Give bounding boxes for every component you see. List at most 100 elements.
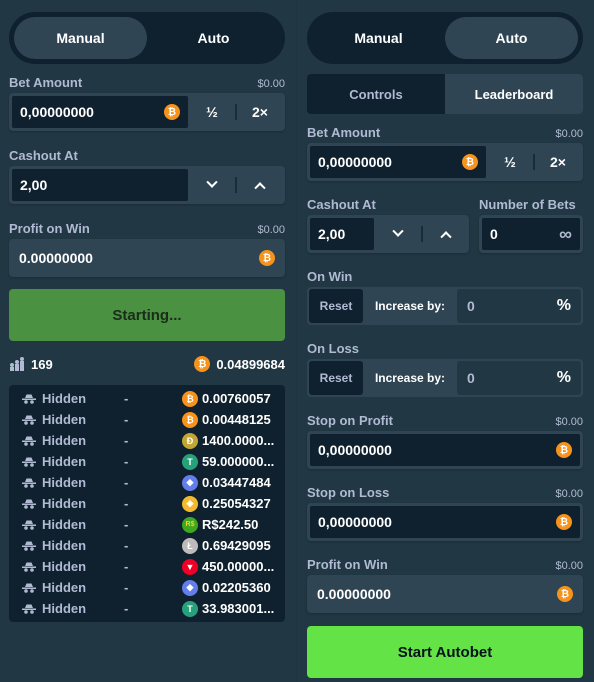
sub-tabs: Controls Leaderboard	[307, 74, 583, 114]
stop-on-loss-value: 0,00000000	[318, 514, 392, 530]
bitcoin-icon: ₿	[557, 586, 573, 602]
cashout-decrease-button[interactable]	[189, 168, 235, 202]
bet-button[interactable]: Starting...	[9, 289, 285, 341]
doge-icon: Ð	[182, 432, 198, 449]
bitcoin-icon: ₿	[194, 356, 211, 372]
player-multiplier: -	[124, 475, 129, 490]
bet-amount-input[interactable]: 0,00000000 ₿	[309, 145, 487, 179]
players-list: Hidden - ₿ 0.00760057 Hidden - ₿ 0.00448125 Hidd…	[9, 385, 285, 622]
double-bet-button[interactable]: 2×	[237, 95, 283, 129]
bet-amount-usd: $0.00	[257, 78, 285, 90]
player-multiplier: -	[124, 433, 129, 448]
tab-controls[interactable]: Controls	[307, 74, 445, 114]
player-multiplier: -	[124, 454, 129, 469]
player-multiplier: -	[124, 580, 129, 595]
on-loss-value: 0	[467, 370, 475, 386]
cashout-decrease-button[interactable]	[375, 217, 421, 251]
btc-icon: ₿	[182, 390, 198, 407]
bet-amount-group: Bet Amount $0.00 0,00000000 ₿ ½ 2×	[9, 72, 285, 131]
cashout-value: 2,00	[20, 177, 48, 193]
bitcoin-icon: ₿	[164, 104, 180, 120]
stop-on-loss-input[interactable]: 0,00000000 ₿	[309, 505, 581, 539]
tab-manual[interactable]: Manual	[312, 17, 445, 59]
hidden-user-icon	[21, 541, 37, 551]
profit-value: 0.00000000	[19, 250, 93, 266]
tab-auto[interactable]: Auto	[445, 17, 578, 59]
player-amount: 0.69429095	[202, 538, 271, 553]
players-icon	[10, 357, 24, 371]
player-name: Hidden	[42, 538, 87, 553]
player-multiplier: -	[124, 496, 129, 511]
player-row: Hidden - ◆ 0.03447484	[9, 472, 285, 493]
player-name: Hidden	[42, 559, 87, 574]
total-bet-amount: 0.04899684	[216, 356, 285, 372]
chevron-down-icon	[206, 176, 218, 188]
usdt-icon: T	[182, 453, 198, 470]
profit-group: Profit on Win $0.00 0.00000000 ₿	[307, 554, 583, 613]
mode-toggle: Manual Auto	[9, 12, 285, 64]
player-name: Hidden	[42, 454, 87, 469]
stop-on-loss-group: Stop on Loss $0.00 0,00000000 ₿	[307, 482, 583, 541]
player-amount: 0.00448125	[202, 412, 271, 427]
player-name: Hidden	[42, 580, 87, 595]
on-win-increase-button[interactable]: Increase by:	[363, 289, 457, 323]
player-row: Hidden - ₿ 0.00448125	[9, 409, 285, 430]
cashout-input[interactable]: 2,00	[309, 217, 375, 251]
hidden-user-icon	[21, 562, 37, 572]
bet-amount-input[interactable]: 0,00000000 ₿	[11, 95, 189, 129]
stop-on-profit-label: Stop on Profit	[307, 413, 393, 428]
profit-usd: $0.00	[257, 224, 285, 236]
bitcoin-icon: ₿	[556, 514, 572, 530]
stop-on-profit-input[interactable]: 0,00000000 ₿	[309, 433, 581, 467]
hidden-user-icon	[21, 520, 37, 530]
usdt-icon: T	[182, 600, 198, 617]
profit-group: Profit on Win $0.00 0.00000000 ₿	[9, 218, 285, 277]
percent-icon: %	[556, 369, 571, 386]
chevron-up-icon	[440, 231, 452, 243]
eth-icon: ◆	[182, 474, 198, 491]
tab-auto[interactable]: Auto	[147, 17, 280, 59]
player-row: Hidden - T 59.000000...	[9, 451, 285, 472]
player-name: Hidden	[42, 391, 87, 406]
stop-on-profit-value: 0,00000000	[318, 442, 392, 458]
infinity-icon[interactable]: ∞	[559, 224, 572, 245]
profit-value: 0.00000000	[317, 586, 391, 602]
player-name: Hidden	[42, 601, 87, 616]
cashout-input[interactable]: 2,00	[11, 168, 189, 202]
bitcoin-icon: ₿	[259, 250, 275, 266]
cashout-label: Cashout At	[9, 148, 78, 163]
player-row: Hidden - ◆ 0.02205360	[9, 577, 285, 598]
half-bet-button[interactable]: ½	[189, 95, 235, 129]
stop-on-loss-usd: $0.00	[555, 488, 583, 500]
btc-icon: ₿	[182, 411, 198, 428]
brl-icon: R$	[182, 516, 198, 533]
player-multiplier: -	[124, 517, 129, 532]
number-of-bets-value: 0	[490, 226, 498, 242]
half-bet-button[interactable]: ½	[487, 145, 533, 179]
on-win-reset-button[interactable]: Reset	[309, 289, 363, 323]
on-win-percent-input[interactable]: 0 %	[457, 289, 581, 323]
player-multiplier: -	[124, 601, 129, 616]
player-amount: 0.25054327	[202, 496, 271, 511]
chevron-up-icon	[254, 182, 266, 194]
start-autobet-button[interactable]: Start Autobet	[307, 626, 583, 678]
cashout-increase-button[interactable]	[237, 168, 283, 202]
number-of-bets-input[interactable]: 0 ∞	[481, 217, 581, 251]
cashout-increase-button[interactable]	[423, 217, 469, 251]
player-multiplier: -	[124, 559, 129, 574]
player-amount: 450.00000...	[202, 559, 275, 574]
player-row: Hidden - Ł 0.69429095	[9, 535, 285, 556]
bitcoin-icon: ₿	[462, 154, 478, 170]
trx-icon: ▼	[182, 558, 198, 575]
tab-leaderboard[interactable]: Leaderboard	[445, 74, 583, 114]
number-of-bets-group: Number of Bets 0 ∞	[479, 194, 583, 253]
double-bet-button[interactable]: 2×	[535, 145, 581, 179]
on-win-value: 0	[467, 298, 475, 314]
on-loss-reset-button[interactable]: Reset	[309, 361, 363, 395]
on-loss-label: On Loss	[307, 341, 360, 356]
cashout-value: 2,00	[318, 226, 346, 242]
on-loss-percent-input[interactable]: 0 %	[457, 361, 581, 395]
bet-amount-label: Bet Amount	[307, 125, 381, 140]
tab-manual[interactable]: Manual	[14, 17, 147, 59]
on-loss-increase-button[interactable]: Increase by:	[363, 361, 457, 395]
